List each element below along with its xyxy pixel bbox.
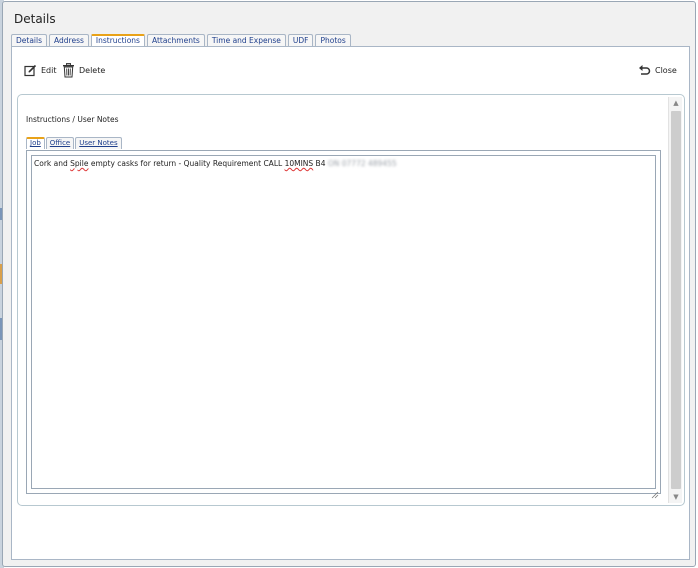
scroll-down-arrow-icon[interactable]: ▼ [669, 491, 683, 503]
notes-text: empty casks for return - Quality Require… [88, 159, 285, 168]
panel-scrollbar[interactable]: ▲ ▼ [668, 97, 682, 503]
job-notes-textarea[interactable]: Cork and Spile empty casks for return - … [31, 155, 656, 489]
trash-icon [62, 63, 75, 78]
delete-label: Delete [79, 66, 106, 75]
notes-text: Cork and [34, 159, 71, 168]
tab-office[interactable]: Office [45, 137, 75, 149]
close-label: Close [655, 65, 677, 75]
notes-tabs: Job Office User Notes [26, 137, 122, 149]
notes-text: B4 [313, 159, 328, 168]
redacted-phone: ON 07772 489455 [327, 159, 397, 168]
details-dialog: Details Details Address Instructions Att… [2, 1, 696, 567]
edit-label: Edit [41, 66, 57, 75]
panel-heading: Instructions / User Notes [26, 115, 119, 124]
spell-flagged-word: 10MINS [284, 159, 314, 168]
delete-button[interactable]: Delete [62, 63, 105, 78]
edit-icon [24, 64, 37, 77]
notes-frame: Cork and Spile empty casks for return - … [26, 150, 661, 499]
tab-job[interactable]: Job [26, 137, 45, 149]
resize-grip-icon[interactable] [651, 484, 659, 499]
tab-user-notes[interactable]: User Notes [75, 137, 122, 149]
tab-content: Edit Delete Close Instructions / User No… [11, 46, 690, 560]
dialog-title: Details [14, 12, 56, 26]
edit-button[interactable]: Edit [24, 64, 57, 77]
scroll-up-arrow-icon[interactable]: ▲ [669, 97, 683, 109]
scroll-thumb[interactable] [671, 111, 681, 489]
spell-flagged-word: Spile [70, 159, 89, 168]
close-button[interactable]: Close [638, 64, 677, 76]
undo-arrow-icon [638, 64, 651, 76]
instructions-panel: Instructions / User Notes Job Office Use… [17, 94, 685, 506]
